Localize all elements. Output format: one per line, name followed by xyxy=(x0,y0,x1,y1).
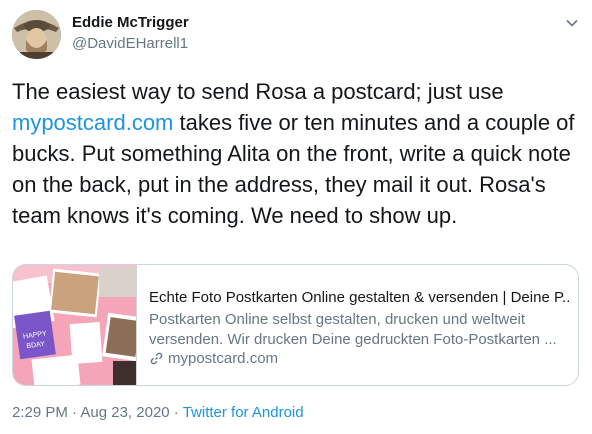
author-handle[interactable]: @DavidEHarrell1 xyxy=(72,35,188,52)
meta-separator: · xyxy=(169,404,183,421)
tweet-source[interactable]: Twitter for Android xyxy=(183,404,304,421)
tweet-text-part: The easiest way to send Rosa a postcard;… xyxy=(12,79,504,104)
link-card-title: Echte Foto Postkarten Online gestalten &… xyxy=(149,289,569,306)
link-card[interactable]: HAPPY BDAY Echte Foto Postkarten Online … xyxy=(12,264,579,386)
tweet-text: The easiest way to send Rosa a postcard;… xyxy=(12,76,582,231)
link-card-description: Postkarten Online selbst gestalten, druc… xyxy=(149,311,557,348)
author-display-name[interactable]: Eddie McTrigger xyxy=(72,14,189,31)
link-card-image: HAPPY BDAY xyxy=(13,265,144,385)
tweet-link[interactable]: mypostcard.com xyxy=(12,110,173,135)
tweet-date[interactable]: Aug 23, 2020 xyxy=(80,404,169,421)
tweet-meta: 2:29 PM · Aug 23, 2020 · Twitter for And… xyxy=(12,404,304,421)
tweet-time[interactable]: 2:29 PM xyxy=(12,404,68,421)
avatar[interactable] xyxy=(12,10,61,59)
meta-separator: · xyxy=(67,404,81,421)
link-card-domain-text: mypostcard.com xyxy=(168,350,279,367)
link-card-domain: mypostcard.com xyxy=(149,350,278,367)
chevron-down-icon[interactable] xyxy=(563,14,581,32)
link-icon xyxy=(150,352,163,365)
